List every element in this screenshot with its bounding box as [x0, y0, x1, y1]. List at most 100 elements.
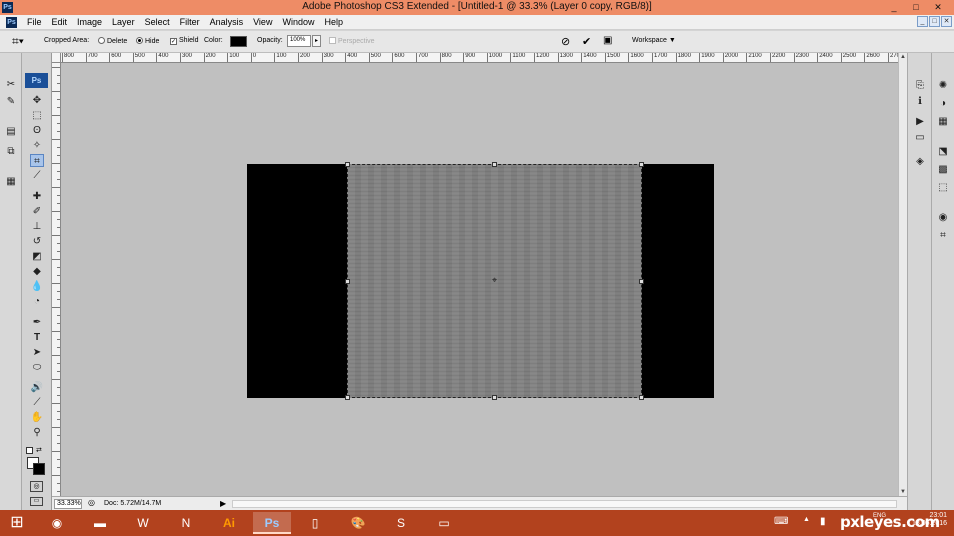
workspace-icon[interactable]: ▣ [603, 35, 612, 46]
crop-handle-right[interactable] [639, 279, 644, 284]
status-info-icon[interactable]: ◎ [88, 498, 95, 507]
skype-icon[interactable]: S [382, 512, 420, 534]
minimize-button[interactable]: _ [883, 0, 905, 15]
delete-radio[interactable]: Delete [98, 37, 127, 45]
layer-comps-icon[interactable]: ▤ [4, 125, 18, 138]
chrome-icon[interactable]: ◉ [38, 512, 76, 534]
horizontal-ruler[interactable]: 800 700 600 500 400 300 200 100 0 100 200 300 400 500… [61, 53, 907, 63]
animation-panel-icon[interactable]: ▭ [913, 131, 927, 144]
menu-edit[interactable]: Edit [47, 17, 73, 28]
crop-icon[interactable]: ⌗ [30, 154, 44, 167]
doc-restore-button[interactable]: □ [929, 16, 940, 27]
navigator-panel-icon[interactable]: ✺ [936, 79, 950, 92]
move-icon[interactable]: ✥ [30, 94, 44, 107]
menu-analysis[interactable]: Analysis [205, 17, 249, 28]
zoom-field[interactable]: 33.33% [54, 499, 82, 509]
paint-bucket-icon[interactable]: ◆ [30, 265, 44, 278]
shield-color-swatch[interactable] [230, 36, 247, 47]
crop-handle-top-right[interactable] [639, 162, 644, 167]
menu-help[interactable]: Help [319, 17, 348, 28]
navigator-icon[interactable]: ▦ [4, 175, 18, 188]
workspace-menu[interactable]: Workspace ▼ [632, 37, 676, 44]
color-panel-icon[interactable]: ◑ [936, 97, 950, 110]
crop-center-point-icon[interactable]: ⌖ [490, 276, 499, 285]
pen-icon[interactable]: ✒ [30, 316, 44, 329]
crop-handle-top[interactable] [492, 162, 497, 167]
swatches-panel-icon[interactable]: ▦ [936, 115, 950, 128]
office-icon[interactable]: ▯ [296, 512, 334, 534]
magic-wand-icon[interactable]: ✧ [30, 139, 44, 152]
close-button[interactable]: ✕ [927, 0, 949, 15]
hide-radio[interactable]: Hide [136, 37, 159, 45]
onenote-icon[interactable]: N [167, 512, 205, 534]
masks-panel-icon[interactable]: ⬚ [936, 181, 950, 194]
paths-panel-icon[interactable]: ◉ [936, 211, 950, 224]
menu-filter[interactable]: Filter [175, 17, 205, 28]
brushes-icon[interactable]: ✎ [4, 95, 18, 108]
history-panel-icon[interactable]: ⎘ [913, 79, 927, 92]
default-colors-icon[interactable] [26, 447, 33, 454]
doc-minimize-button[interactable]: _ [917, 16, 928, 27]
menu-select[interactable]: Select [140, 17, 175, 28]
status-menu-icon[interactable]: ▶ [220, 499, 226, 508]
background-color-swatch[interactable] [33, 463, 45, 475]
marquee-icon[interactable]: ⬚ [30, 109, 44, 122]
shield-checkbox[interactable]: ✓ Shield [170, 37, 198, 45]
screen-mode-icon[interactable]: ▭ [30, 497, 43, 506]
crop-handle-bottom[interactable] [492, 395, 497, 400]
crop-handle-bottom-left[interactable] [345, 395, 350, 400]
tray-expand-icon[interactable]: ▲ [803, 516, 810, 523]
crop-tool-preset-icon[interactable]: ⌗▾ [12, 34, 24, 49]
crop-handle-top-left[interactable] [345, 162, 350, 167]
screenshot-icon[interactable]: ▭ [425, 512, 463, 534]
keyboard-icon[interactable]: ⌨ [774, 516, 788, 527]
clone-stamp-icon[interactable]: ⊥ [30, 220, 44, 233]
scroll-down-icon[interactable]: ▼ [899, 489, 907, 495]
menu-view[interactable]: View [248, 17, 277, 28]
eyedropper-3d-icon[interactable]: ⟋ [30, 396, 44, 409]
canvas-left-shielded-area[interactable] [247, 164, 347, 398]
scroll-up-icon[interactable]: ▲ [899, 54, 907, 60]
opacity-arrow-icon[interactable]: ▸ [312, 35, 321, 47]
actions-panel-icon[interactable]: ▶ [913, 115, 927, 128]
adjustments-panel-icon[interactable]: ▩ [936, 163, 950, 176]
doc-close-button[interactable]: ✕ [941, 16, 952, 27]
file-explorer-icon[interactable]: ▬ [81, 512, 119, 534]
info-panel-icon[interactable]: ℹ [913, 95, 927, 108]
vertical-scrollbar[interactable]: ▲ ▼ [898, 53, 907, 496]
vertical-ruler[interactable] [52, 63, 61, 496]
photoshop-icon[interactable]: Ps [253, 512, 291, 534]
type-icon[interactable]: T [30, 331, 44, 344]
styles-panel-icon[interactable]: ⬔ [936, 145, 950, 158]
opacity-field[interactable]: 100% [287, 35, 311, 47]
notes-icon[interactable]: 🔊 [30, 381, 44, 394]
history-brush-icon[interactable]: ↺ [30, 235, 44, 248]
eyedropper-icon[interactable]: ⟋ [30, 169, 44, 182]
menu-file[interactable]: File [22, 17, 47, 28]
quick-mask-icon[interactable]: ◎ [30, 481, 43, 492]
maximize-button[interactable]: □ [905, 0, 927, 15]
commit-icon[interactable]: ✔ [582, 35, 591, 48]
paint-icon[interactable]: 🎨 [339, 512, 377, 534]
canvas-right-shielded-area[interactable] [642, 164, 714, 398]
word-icon[interactable]: W [124, 512, 162, 534]
ruler-origin[interactable] [52, 53, 61, 63]
dodge-icon[interactable]: ◔ [30, 295, 44, 308]
clone-source-icon[interactable]: ⧉ [4, 145, 18, 158]
blur-icon[interactable]: 💧 [30, 280, 44, 293]
channels-panel-icon[interactable]: ⌗ [936, 229, 950, 242]
brush-icon[interactable]: ✐ [30, 205, 44, 218]
menu-window[interactable]: Window [277, 17, 319, 28]
hand-icon[interactable]: ✋ [30, 411, 44, 424]
battery-icon[interactable]: ▮ [820, 516, 826, 527]
crop-handle-left[interactable] [345, 279, 350, 284]
eraser-icon[interactable]: ◩ [30, 250, 44, 263]
perspective-checkbox[interactable]: Perspective [329, 37, 375, 45]
crop-handle-bottom-right[interactable] [639, 395, 644, 400]
healing-brush-icon[interactable]: ✚ [30, 190, 44, 203]
layers-panel-icon[interactable]: ◈ [913, 155, 927, 168]
path-selection-icon[interactable]: ➤ [30, 346, 44, 359]
swap-colors-icon[interactable]: ⇄ [36, 446, 42, 454]
menu-image[interactable]: Image [72, 17, 107, 28]
menu-layer[interactable]: Layer [107, 17, 140, 28]
